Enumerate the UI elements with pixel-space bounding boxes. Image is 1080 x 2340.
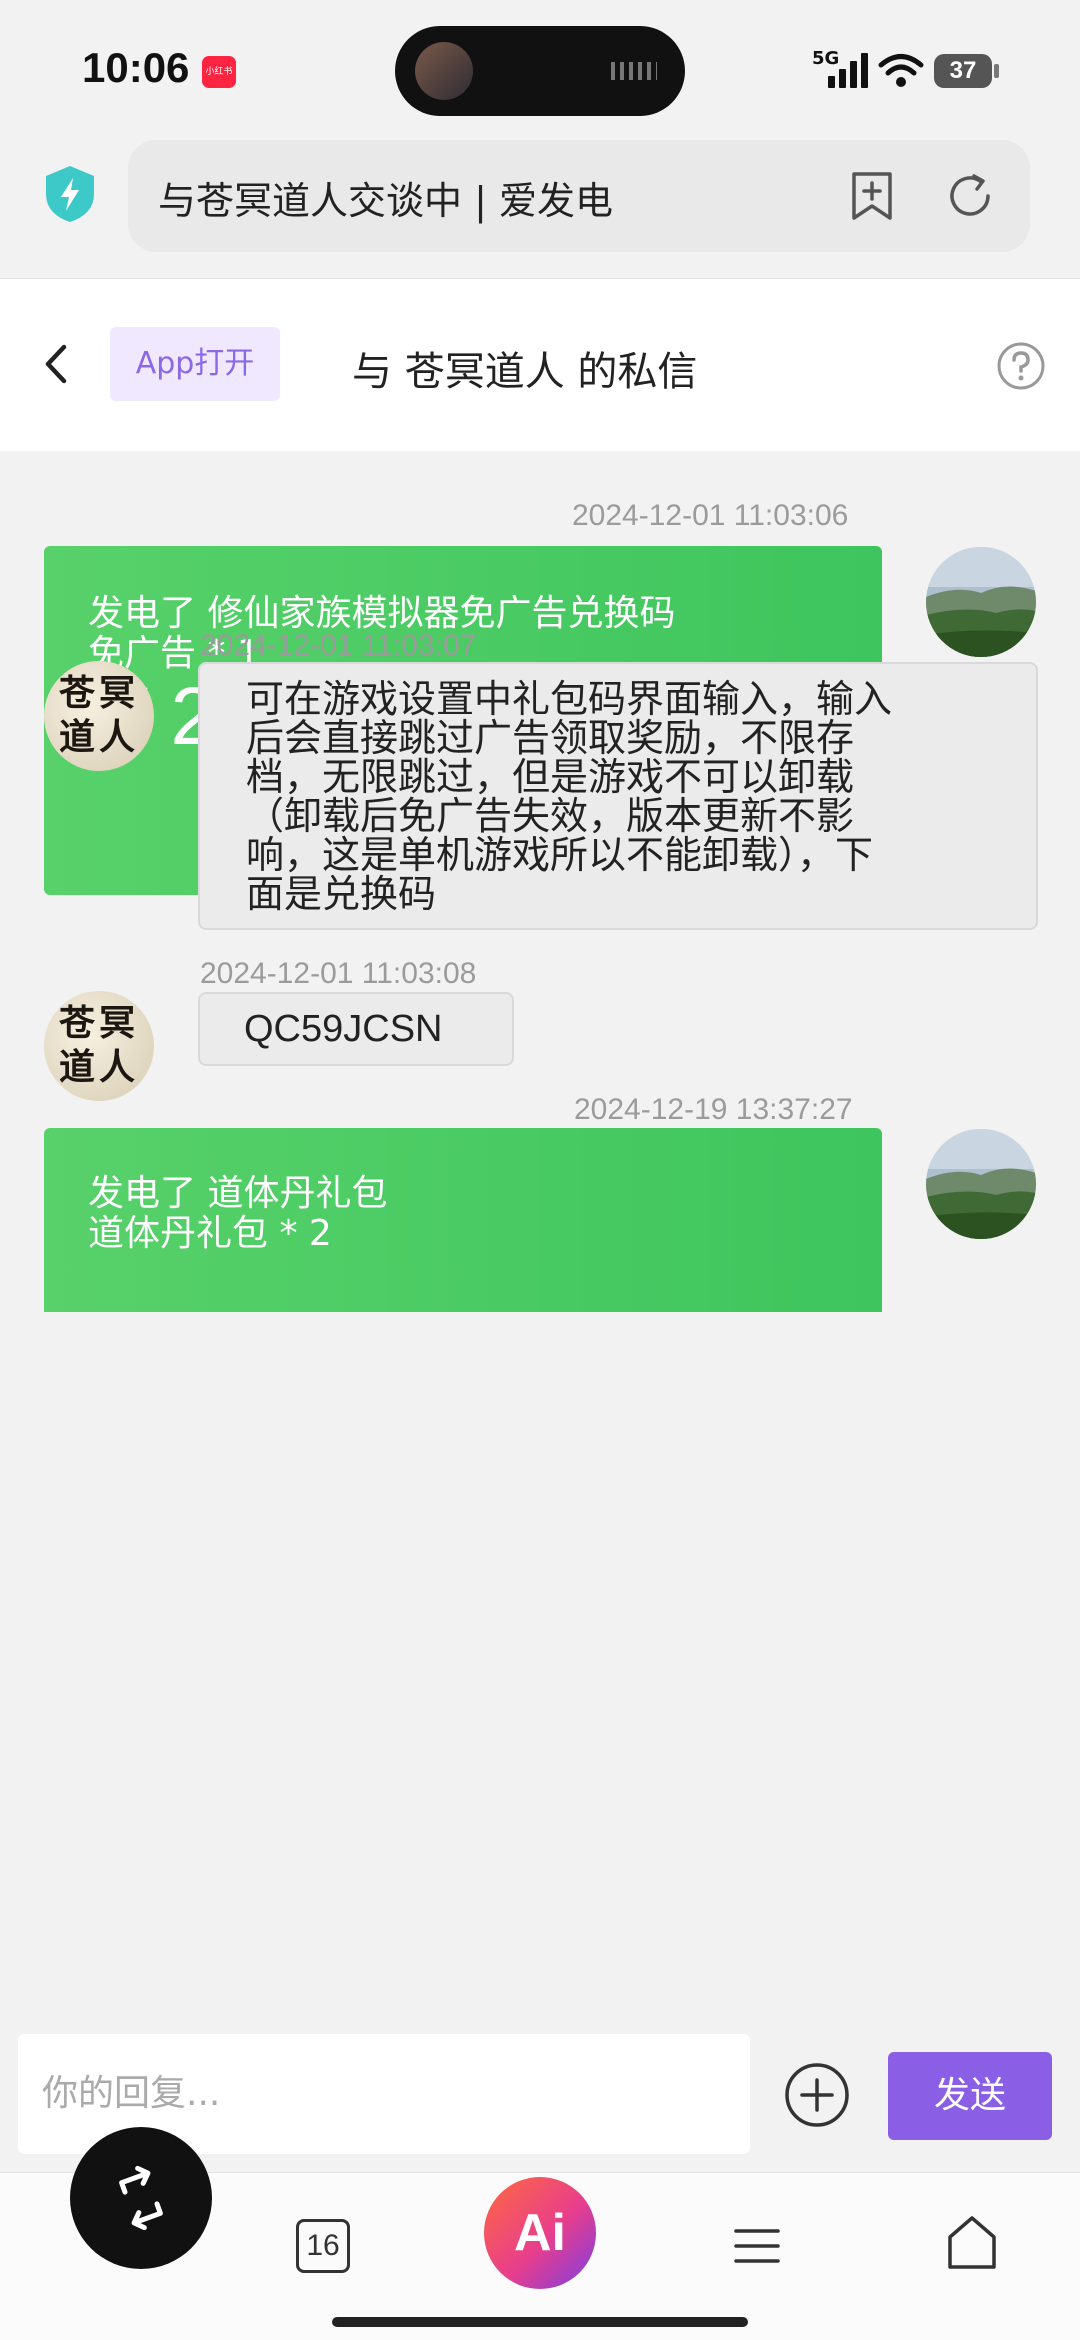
status-time: 10:06 [82,44,190,91]
user-avatar[interactable] [926,547,1036,657]
shield-icon[interactable] [42,164,98,224]
message-line: 档，无限跳过，但是游戏不可以卸载 [246,755,855,799]
back-arrow-icon[interactable] [36,339,76,389]
plus-circle-icon[interactable] [784,2062,850,2128]
add-bookmark-icon[interactable] [848,170,896,222]
message-line: 响，这是单机游戏所以不能卸载），下 [246,833,874,877]
avatar-calligraphy: 苍冥道人 [58,1002,139,1088]
message-line: （卸载后免广告失效，版本更新不影 [246,794,855,838]
avatar-calligraphy: 苍冥道人 [58,672,139,758]
url-bar[interactable]: 与苍冥道人交谈中 | 爱发电 [128,140,1030,252]
message-line: 可在游戏设置中礼包码界面输入，输入 [246,677,893,721]
rotate-icon [119,2165,163,2231]
browser-toolbar: 与苍冥道人交谈中 | 爱发电 [0,140,1080,279]
app-open-button[interactable]: App打开 [110,327,280,401]
message-line: 后会直接跳过广告领取奖励，不限存 [246,716,855,760]
message-timestamp: 2024-12-01 11:03:07 [200,629,477,662]
url-title: 与苍冥道人交谈中 | 爱发电 [158,179,613,223]
signal-icon [828,53,868,88]
page-header: App打开 与 苍冥道人 的私信 [0,279,1080,451]
audio-bars-icon [611,62,657,80]
battery-icon: 37 [934,54,992,88]
message-bubble[interactable]: 可在游戏设置中礼包码界面输入，输入 后会直接跳过广告领取奖励，不限存 档，无限跳… [198,662,1038,930]
dynamic-island [395,26,685,116]
status-bar: 10:06 小红书 5G 37 [0,0,1080,140]
message-list[interactable]: 2024-12-01 11:03:06 发电了 修仙家族模拟器免广告兑换码 免广… [0,451,1080,2031]
island-avatar [415,42,473,100]
message-bubble[interactable]: QC59JCSN [198,992,514,1066]
home-indicator [332,2317,748,2327]
message-timestamp: 2024-12-01 11:03:06 [572,499,849,532]
home-icon[interactable] [944,2213,1000,2273]
floating-rotate-button[interactable] [70,2127,212,2269]
wifi-icon [878,54,924,87]
message-text: 可在游戏设置中礼包码界面输入，输入 后会直接跳过广告领取奖励，不限存 档，无限跳… [246,680,892,914]
ai-assistant-button[interactable]: Ai [484,2177,596,2289]
reload-icon[interactable] [944,170,996,222]
message-timestamp: 2024-12-19 13:37:27 [574,1093,853,1126]
browser-bottom-nav: 16 Ai [0,2127,1080,2340]
user-avatar[interactable] [926,1129,1036,1239]
tabs-count-icon[interactable]: 16 [296,2219,350,2273]
battery-tip [994,64,999,78]
creator-avatar[interactable]: 苍冥道人 [44,991,154,1101]
menu-icon[interactable] [732,2221,782,2271]
app-badge: 小红书 [202,56,236,88]
creator-avatar[interactable]: 苍冥道人 [44,661,154,771]
sponsor-item: 道体丹礼包 * 2 [88,1213,332,1254]
help-icon[interactable] [996,341,1046,391]
send-button[interactable]: 发送 [888,2052,1052,2140]
sponsor-card[interactable]: 发电了 道体丹礼包 道体丹礼包 * 2 [44,1128,882,1312]
message-line: 面是兑换码 [246,872,437,916]
message-timestamp: 2024-12-01 11:03:08 [200,957,477,990]
page-title: 与 苍冥道人 的私信 [352,349,698,395]
redeem-code[interactable]: QC59JCSN [244,1008,443,1051]
